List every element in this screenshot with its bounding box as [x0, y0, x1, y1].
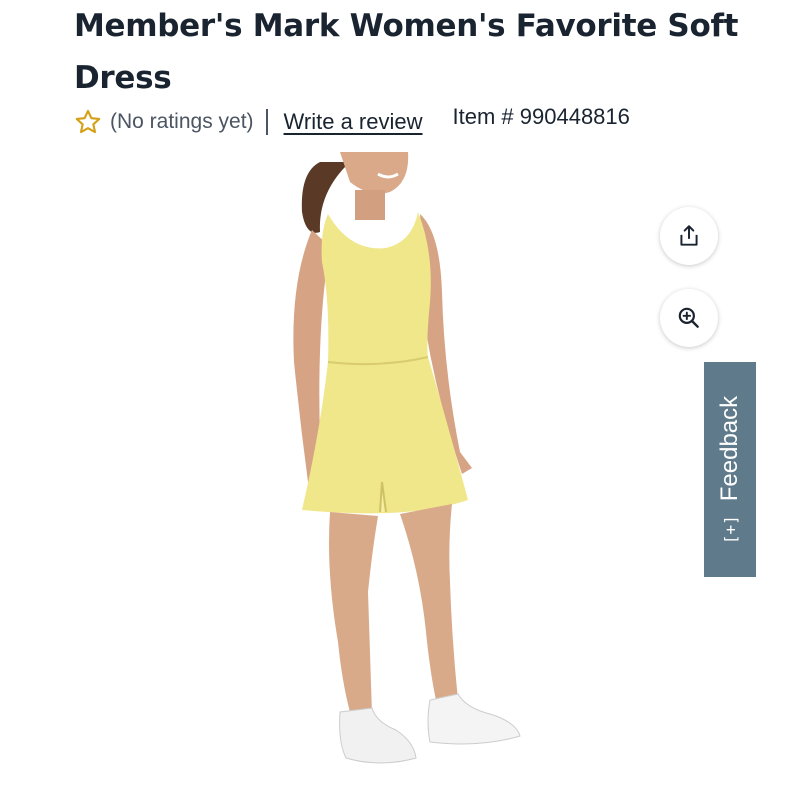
zoom-button[interactable]: [660, 289, 718, 347]
product-image[interactable]: [190, 152, 610, 800]
ratings-text: (No ratings yet): [110, 110, 254, 133]
feedback-tab[interactable]: [+] Feedback: [704, 362, 756, 577]
model-illustration: [293, 152, 521, 764]
feedback-icon: [+]: [720, 514, 740, 544]
write-review-link[interactable]: Write a review: [284, 109, 423, 135]
zoom-in-icon: [678, 307, 699, 328]
product-title: Member's Mark Women's Favorite Soft Dres…: [74, 0, 754, 104]
star-icon[interactable]: [74, 108, 102, 136]
share-button[interactable]: [660, 207, 718, 265]
share-icon: [680, 225, 698, 246]
divider: [265, 109, 268, 135]
feedback-label-group: [+] Feedback: [716, 395, 744, 543]
product-title-line2: Dress: [74, 60, 172, 96]
rating-row: (No ratings yet) Write a review Item # 9…: [74, 104, 754, 140]
item-number: Item # 990448816: [452, 104, 630, 129]
product-title-line1: Member's Mark Women's Favorite Soft: [74, 8, 739, 44]
feedback-label: Feedback: [716, 395, 743, 501]
